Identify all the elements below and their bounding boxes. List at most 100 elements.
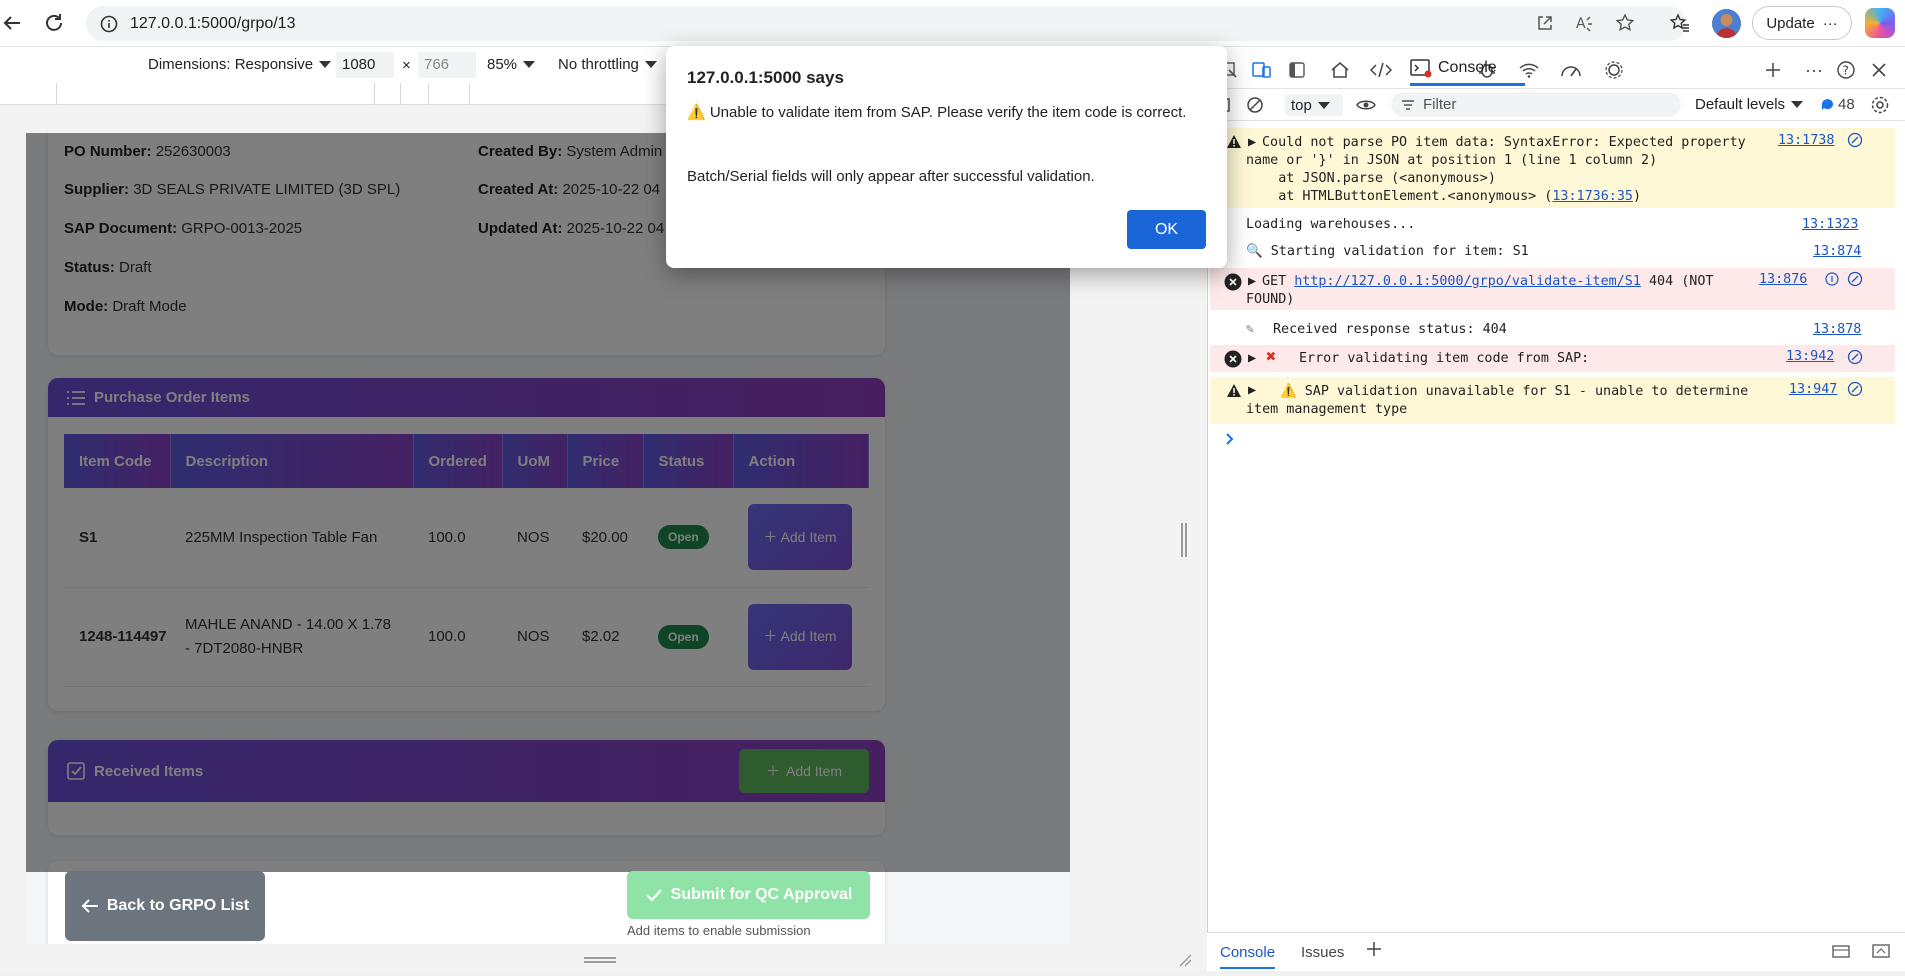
help-icon[interactable]: ? (1833, 57, 1859, 83)
drawer-tab-issues[interactable]: Issues (1301, 944, 1344, 961)
close-devtools-icon[interactable] (1866, 57, 1892, 83)
copilot-explain-icon[interactable] (1847, 349, 1863, 365)
source-link[interactable]: 13:876 (1759, 271, 1807, 289)
devtools-drawer-tabs: Console Issues (1207, 932, 1905, 971)
message-text: Error validating item code from SAP: (1299, 351, 1590, 366)
site-info-icon[interactable] (100, 15, 118, 33)
warning-triangle-icon (1226, 134, 1242, 149)
back-to-grpo-list-button[interactable]: Back to GRPO List (65, 871, 265, 941)
console-settings-gear-icon[interactable] (1867, 92, 1893, 118)
update-label: Update (1766, 14, 1815, 32)
copilot-explain-icon[interactable] (1847, 381, 1863, 397)
update-button[interactable]: Update ··· (1752, 6, 1852, 40)
open-in-app-icon[interactable] (1534, 12, 1556, 34)
live-expression-eye-icon[interactable] (1353, 92, 1379, 118)
dimensions-label: Dimensions: Responsive (148, 56, 314, 73)
stack-line: at JSON.parse (<anonymous>) (1246, 171, 1496, 186)
add-tab-icon[interactable] (1760, 57, 1786, 83)
window-bottom-edge (0, 971, 1905, 976)
network-info-icon[interactable] (1825, 272, 1839, 286)
memory-chip-icon[interactable] (1601, 57, 1627, 83)
read-aloud-icon[interactable]: A (1574, 12, 1596, 34)
chevron-down-icon (1317, 101, 1330, 109)
add-drawer-tab-icon[interactable] (1365, 940, 1383, 958)
elements-tab-icon[interactable] (1368, 57, 1394, 83)
chat-bubble-icon (1821, 98, 1834, 111)
filter-placeholder: Filter (1423, 96, 1457, 113)
source-link[interactable]: 13:874 (1813, 243, 1861, 261)
drawer-expand-icon[interactable] (1871, 943, 1891, 959)
error-circle-icon (1224, 350, 1242, 368)
dimensions-dropdown[interactable]: Dimensions: Responsive (148, 56, 332, 73)
performance-icon[interactable] (1558, 57, 1584, 83)
satellite-icon: ✎ (1246, 322, 1255, 337)
more-options-icon[interactable]: ··· (1801, 57, 1827, 83)
tab-console[interactable]: Console (1410, 52, 1525, 86)
source-link[interactable]: 13:947 (1789, 381, 1837, 399)
console-log-message[interactable]: 🔍 Starting validation for item: S1 13:87… (1210, 240, 1895, 264)
source-link[interactable]: 13:1738 (1778, 132, 1834, 150)
console-warning-message[interactable]: ▶ Could not parse PO item data: SyntaxEr… (1210, 128, 1895, 208)
address-bar[interactable]: 127.0.0.1:5000/grpo/13 A (86, 6, 1686, 41)
console-tab-label: Console (1438, 58, 1497, 76)
message-text: GET http://127.0.0.1:5000/grpo/validate-… (1246, 273, 1766, 309)
ok-button[interactable]: OK (1127, 210, 1206, 249)
expand-triangle-icon[interactable]: ▶ (1248, 350, 1256, 368)
console-error-message[interactable]: ▶ ✖ Error validating item code from SAP:… (1210, 345, 1895, 372)
log-levels-dropdown[interactable]: Default levels (1695, 96, 1804, 113)
request-url-link[interactable]: http://127.0.0.1:5000/grpo/validate-item… (1294, 274, 1641, 289)
zoom-dropdown[interactable]: 85% (487, 56, 536, 73)
favorite-star-icon[interactable] (1614, 12, 1636, 34)
console-filter-input[interactable]: Filter (1391, 92, 1681, 117)
alert-message-detail: Batch/Serial fields will only appear aft… (687, 168, 1095, 185)
copilot-icon[interactable] (1865, 8, 1895, 38)
drawer-tab-console[interactable]: Console (1220, 944, 1276, 969)
message-text: Received response status: 404 (1273, 322, 1507, 337)
dock-side-icon[interactable] (1284, 57, 1310, 83)
context-label: top (1291, 96, 1312, 114)
resize-handle-right[interactable] (1181, 523, 1187, 557)
copilot-explain-icon[interactable] (1847, 132, 1863, 148)
width-input[interactable]: 1080 (336, 52, 394, 78)
drawer-dock-icon[interactable] (1831, 943, 1851, 959)
console-prompt-chevron-icon[interactable] (1224, 431, 1236, 447)
context-select[interactable]: top (1285, 94, 1343, 116)
stack-line: at HTMLButtonElement.<anonymous> (13:173… (1246, 188, 1641, 206)
chevron-down-icon (644, 61, 657, 68)
welcome-home-icon[interactable] (1327, 57, 1353, 83)
times-sign: × (402, 57, 411, 74)
resize-handle-bottom[interactable] (584, 957, 616, 963)
alert-dialog: 127.0.0.1:5000 says ⚠️ Unable to validat… (666, 46, 1227, 268)
url-text: 127.0.0.1:5000/grpo/13 (130, 14, 296, 32)
device-emulation-icon[interactable] (1249, 57, 1275, 83)
favorites-icon[interactable] (1668, 11, 1692, 35)
clear-console-icon[interactable] (1242, 92, 1268, 118)
console-warning-message[interactable]: ▶ ⚠️ SAP validation unavailable for S1 -… (1210, 377, 1895, 424)
devtools-tabbar: ··· ? (1207, 52, 1905, 86)
submit-qc-button[interactable]: Submit for QC Approval (627, 871, 870, 919)
svg-text:?: ? (1843, 64, 1849, 78)
error-circle-icon (1224, 273, 1242, 291)
back-icon[interactable] (0, 11, 24, 35)
svg-text:A: A (1576, 16, 1586, 32)
source-link[interactable]: 13:1323 (1802, 216, 1858, 234)
console-log-message[interactable]: ✎ Received response status: 404 13:878 (1210, 318, 1895, 342)
reload-icon[interactable] (42, 11, 66, 35)
source-link[interactable]: 13:878 (1813, 321, 1861, 339)
throttling-dropdown[interactable]: No throttling (558, 56, 657, 73)
message-count-badge[interactable]: 48 (1821, 96, 1855, 113)
console-icon (1410, 58, 1432, 78)
submission-hint: Add items to enable submission (627, 923, 811, 938)
console-error-message[interactable]: ▶ GET http://127.0.0.1:5000/grpo/validat… (1210, 268, 1895, 310)
stack-link[interactable]: 13:1736:35 (1552, 189, 1633, 204)
console-log-message[interactable]: Loading warehouses... 13:1323 (1210, 214, 1895, 236)
http-method: GET (1262, 274, 1287, 289)
profile-avatar[interactable] (1712, 9, 1741, 38)
message-text: ⚠️ SAP validation unavailable for S1 - u… (1246, 384, 1749, 417)
stack-text: ) (1632, 189, 1642, 204)
source-link[interactable]: 13:942 (1786, 348, 1834, 366)
copilot-explain-icon[interactable] (1847, 271, 1863, 287)
resize-corner-icon[interactable] (1178, 953, 1192, 967)
message-count: 48 (1838, 96, 1855, 113)
height-input[interactable]: 766 (418, 52, 476, 78)
